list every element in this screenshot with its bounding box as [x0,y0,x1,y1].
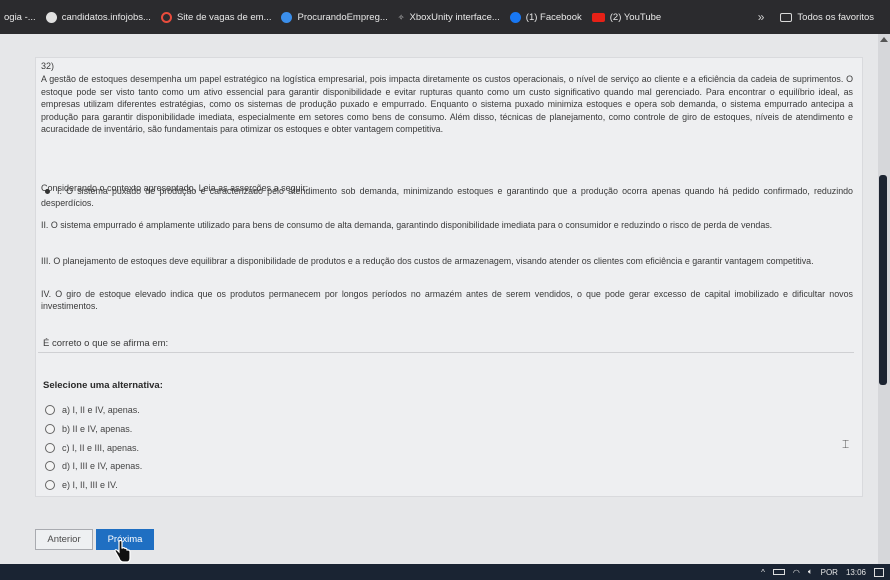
wifi-icon[interactable]: ◠ [793,568,800,577]
all-favorites-label: Todos os favoritos [797,11,874,23]
radio-button[interactable] [45,424,55,434]
assertion-2: II. O sistema empurrado é amplamente uti… [41,220,773,230]
bookmark-label: ProcurandoEmpreg... [297,11,388,23]
bookmark-label: XboxUnity interface... [409,11,500,23]
infojobs-icon [45,11,57,23]
bookmark-item[interactable]: ProcurandoEmpreg... [281,11,388,23]
bookmark-item[interactable]: candidatos.infojobs... [45,11,151,23]
bookmarks-bar: ogia -... candidatos.infojobs... Site de… [0,0,890,34]
assertion-text: I. O sistema puxado de produção é caract… [41,186,853,208]
assertion-3: III. O planejamento de estoques deve equ… [41,256,814,266]
bookmark-item[interactable]: (1) Facebook [509,11,582,23]
bookmark-label: Site de vagas de em... [176,11,272,23]
folder-icon [780,12,793,22]
notifications-icon[interactable] [874,567,884,577]
question-number: 32) [41,61,55,71]
assertion-1: I. O sistema puxado de produção é caract… [41,186,853,210]
divider [38,352,854,353]
answer-option-c[interactable]: c) I, II e III, apenas. [45,443,139,453]
answer-option-e[interactable]: e) I, II, III e IV. [45,480,118,490]
battery-icon[interactable] [772,569,785,575]
bookmark-item[interactable]: Site de vagas de em... [160,11,272,23]
question-text: 32) A gestão de estoques desempenha um p… [41,60,853,135]
bookmark-label: (1) Facebook [525,11,582,23]
all-favorites-button[interactable]: Todos os favoritos [780,12,874,23]
volume-icon[interactable]: 🔈︎ [808,567,813,577]
radio-button[interactable] [45,405,55,415]
option-label: c) I, II e III, apenas. [62,443,140,453]
ring-icon [160,11,172,23]
bookmark-item[interactable]: ogia -... [4,12,36,23]
youtube-icon [591,12,605,22]
option-label: a) I, II e IV, apenas. [62,405,140,415]
option-label: b) II e IV, apenas. [62,424,133,434]
answer-option-b[interactable]: b) II e IV, apenas. [45,424,132,434]
chevron-up-icon[interactable]: ^ [761,568,765,577]
radio-button[interactable] [45,480,55,490]
scroll-up-icon[interactable] [880,37,888,42]
option-label: d) I, III e IV, apenas. [62,461,143,471]
option-label: e) I, II, III e IV. [62,480,118,490]
bookmark-label: ogia -... [4,11,36,23]
taskbar: ^ ◠ 🔈︎ POR 13:06 [0,564,890,580]
scrollbar-thumb[interactable] [879,175,887,385]
bullet-icon [45,188,50,194]
facebook-icon [509,11,521,23]
xbox-icon: ✧ [397,12,405,22]
more-bookmarks-button[interactable]: » [758,10,765,24]
previous-button[interactable]: Anterior [35,529,93,550]
question-prompt: É correto o que se afirma em: [43,338,169,349]
hand-cursor-icon [114,540,131,563]
bookmark-label: (2) YouTube [609,11,662,23]
radio-button[interactable] [45,461,55,471]
clock[interactable]: 13:06 [846,568,866,577]
assertion-4: IV. O giro de estoque elevado indica que… [41,289,853,311]
text-cursor-icon: ⌶ [842,437,850,451]
answers-label: Selecione uma alternativa: [43,380,163,391]
bookmark-item[interactable]: (2) YouTube [591,11,662,23]
question-intro: A gestão de estoques desempenha um papel… [41,74,853,135]
answer-option-d[interactable]: d) I, III e IV, apenas. [45,461,142,471]
language-indicator[interactable]: POR [821,568,838,577]
radio-button[interactable] [45,443,55,453]
search-icon [281,11,293,23]
bookmark-item[interactable]: ✧ XboxUnity interface... [398,12,500,23]
answer-option-a[interactable]: a) I, II e IV, apenas. [45,405,140,415]
bookmark-label: candidatos.infojobs... [61,11,151,23]
